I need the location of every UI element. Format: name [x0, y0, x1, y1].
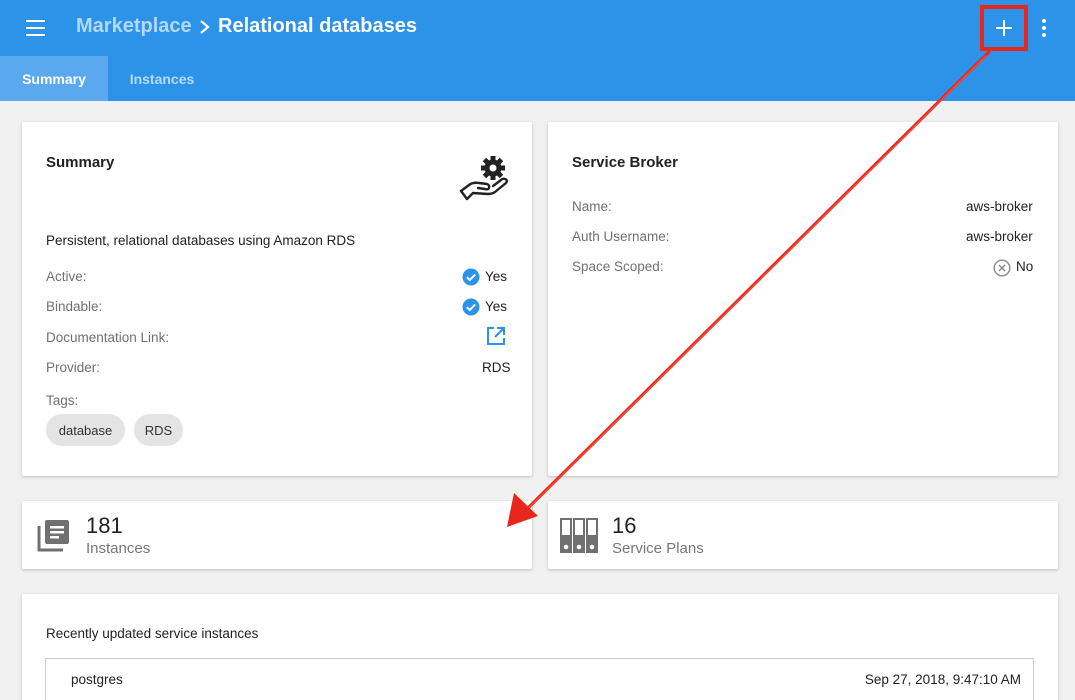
- service-plans-label: Service Plans: [612, 540, 704, 557]
- app-header: Marketplace Relational databases Summary…: [0, 0, 1075, 101]
- instance-name: postgres: [71, 672, 123, 687]
- instances-count: 181: [86, 513, 123, 538]
- auth-username-value: aws-broker: [966, 229, 1033, 244]
- instance-updated-date: Sep 27, 2018, 9:47:10 AM: [864, 672, 1021, 687]
- recent-instances-title: Recently updated service instances: [46, 626, 259, 641]
- check-circle-icon: [462, 298, 480, 316]
- service-description: Persistent, relational databases using A…: [46, 233, 356, 248]
- bindable-label: Bindable:: [46, 299, 103, 314]
- service-hand-gear-icon: [459, 156, 508, 201]
- tab-instances[interactable]: Instances: [108, 56, 216, 101]
- broker-name-label: Name:: [572, 199, 612, 214]
- space-scoped-label: Space Scoped:: [572, 259, 664, 274]
- active-value: Yes: [485, 269, 508, 284]
- breadcrumb-marketplace[interactable]: Marketplace: [76, 15, 192, 38]
- check-circle-icon: [462, 268, 480, 286]
- tags-label: Tags:: [46, 393, 79, 408]
- chevron-right-icon: [200, 20, 210, 34]
- highlight-box: [980, 5, 1028, 51]
- tag-chip-database[interactable]: database: [46, 414, 125, 446]
- tab-summary[interactable]: Summary: [0, 56, 108, 101]
- auth-username-label: Auth Username:: [572, 229, 670, 244]
- tag-chip-rds[interactable]: RDS: [134, 414, 183, 446]
- service-plans-icon: [560, 518, 598, 553]
- page-title: Relational databases: [218, 15, 417, 37]
- instances-label: Instances: [86, 540, 151, 557]
- more-vert-icon[interactable]: [1036, 14, 1052, 42]
- cancel-circle-icon: [993, 259, 1011, 277]
- summary-card-title: Summary: [46, 154, 115, 171]
- library-books-icon: [37, 520, 69, 552]
- bindable-value: Yes: [485, 299, 508, 314]
- documentation-link-label: Documentation Link:: [46, 330, 170, 345]
- provider-value: RDS: [482, 360, 511, 375]
- space-scoped-value: No: [1016, 259, 1034, 274]
- active-label: Active:: [46, 269, 87, 284]
- broker-name-value: aws-broker: [966, 199, 1033, 214]
- open-in-new-icon[interactable]: [486, 326, 506, 346]
- service-broker-card: [548, 122, 1058, 476]
- provider-label: Provider:: [46, 360, 101, 375]
- hamburger-menu-icon[interactable]: [26, 18, 46, 38]
- service-plans-count: 16: [612, 513, 637, 538]
- service-broker-title: Service Broker: [572, 154, 678, 171]
- list-item[interactable]: postgres Sep 27, 2018, 9:47:10 AM: [45, 658, 1034, 700]
